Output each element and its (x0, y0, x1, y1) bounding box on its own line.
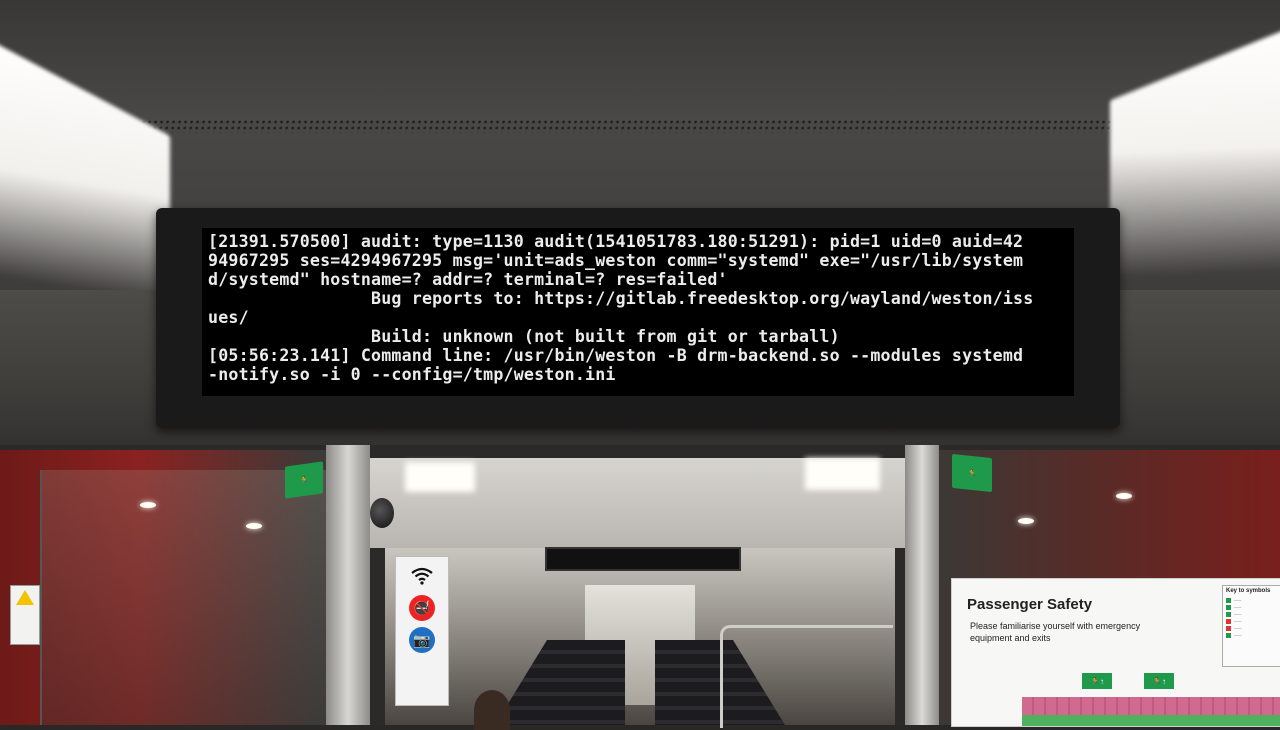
key-row: ─── (1226, 598, 1278, 603)
grab-pole-left (326, 445, 370, 725)
warning-sticker (10, 585, 40, 645)
notice-panel: 🚭 📷 (395, 556, 449, 706)
warning-icon (16, 590, 34, 605)
speaker-grille (127, 119, 1145, 133)
terminal-line: ues/ (208, 308, 249, 327)
wifi-icon (409, 563, 435, 589)
key-row: ─── (1226, 605, 1278, 610)
key-row: ─── (1226, 633, 1278, 638)
key-title: Key to symbols (1226, 588, 1271, 594)
carriage-plan-floor (1022, 715, 1280, 726)
no-smoking-icon: 🚭 (409, 595, 435, 621)
passenger (474, 690, 510, 730)
terminal-line: [05:56:23.141] Command line: /usr/bin/we… (208, 346, 1024, 365)
cctv-icon (370, 498, 394, 528)
terminal-output: [21391.570500] audit: type=1130 audit(15… (202, 228, 1074, 388)
downlight (140, 502, 156, 508)
exit-sign-icon: 🏃 (285, 461, 323, 499)
left-glass-partition (40, 470, 342, 725)
key-to-symbols: Key to symbols ─── ─── ─── ─── ─── ─── (1222, 585, 1280, 667)
door-light-right (805, 458, 880, 490)
terminal-line: Build: unknown (not built from git or ta… (208, 327, 840, 346)
terminal-line: d/systemd" hostname=? addr=? terminal=? … (208, 270, 728, 289)
terminal-line: Bug reports to: https://gitlab.freedeskt… (208, 289, 1034, 308)
far-overhead-display (545, 547, 741, 571)
safety-subtitle: Please familiarise yourself with emergen… (970, 621, 1141, 643)
downlight (246, 523, 262, 529)
exit-sign-icon: 🏃↑ (1144, 673, 1174, 689)
terminal-line: -notify.so -i 0 --config=/tmp/weston.ini (208, 365, 616, 384)
grab-pole-right (905, 445, 939, 725)
downlight (1116, 493, 1132, 499)
terminal-line: 94967295 ses=4294967295 msg='unit=ads_we… (208, 251, 1024, 270)
overhead-display-screen: [21391.570500] audit: type=1130 audit(15… (202, 228, 1074, 396)
door-light-left (405, 462, 475, 492)
exit-sign-icon: 🏃↑ (1082, 673, 1112, 689)
downlight (1018, 518, 1034, 524)
safety-title: Passenger Safety (967, 596, 1093, 613)
exit-sign-icon: 🏃 (952, 453, 992, 493)
key-row: ─── (1226, 612, 1278, 617)
cctv-icon: 📷 (409, 627, 435, 653)
handrail (720, 625, 893, 728)
terminal-line: [21391.570500] audit: type=1130 audit(15… (208, 232, 1024, 251)
passenger-safety-board: Passenger Safety Please familiarise your… (951, 578, 1280, 727)
key-row: ─── (1226, 626, 1278, 631)
key-row: ─── (1226, 619, 1278, 624)
